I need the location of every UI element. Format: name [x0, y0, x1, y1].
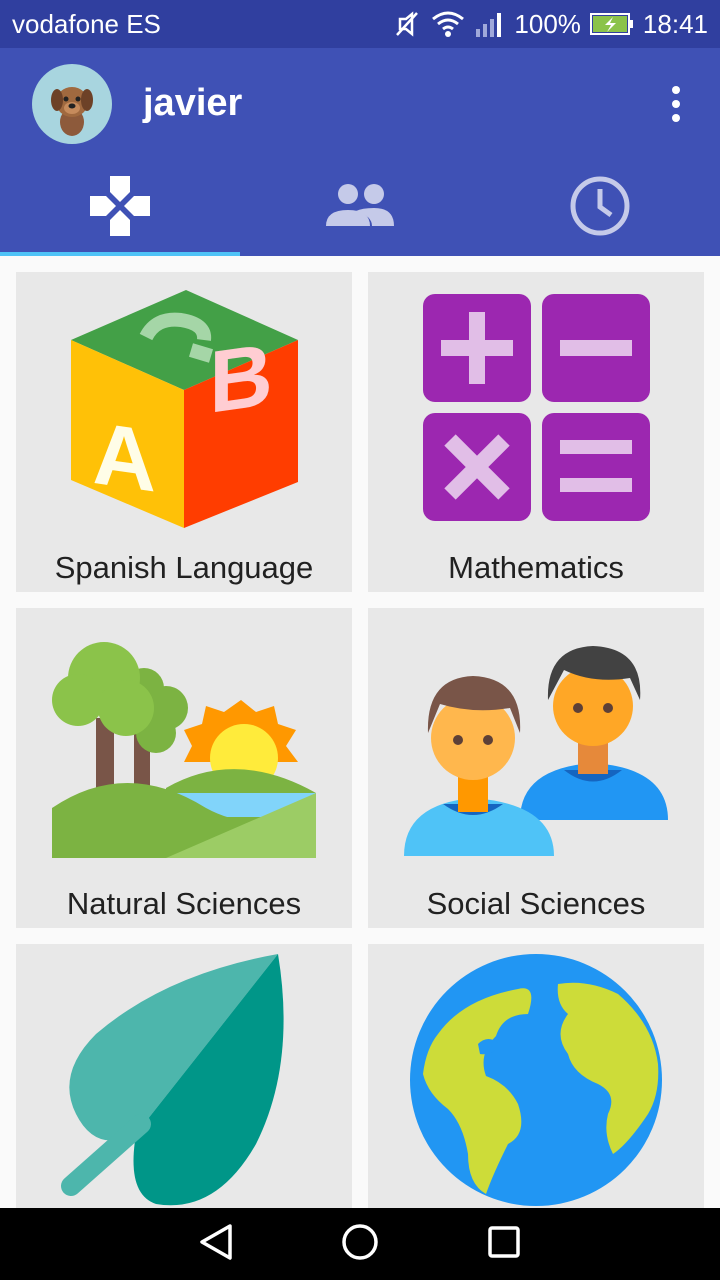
home-icon[interactable]: [340, 1222, 380, 1267]
clock-time: 18:41: [642, 8, 708, 39]
people-icon: [404, 646, 668, 856]
status-bar: vodafone ES 100% 18:41: [0, 0, 720, 48]
tab-bar: [0, 160, 720, 256]
subject-card-mathematics[interactable]: Mathematics: [368, 272, 704, 592]
leaf-icon: [61, 954, 284, 1206]
tab-people[interactable]: [240, 160, 480, 256]
subject-card-biology[interactable]: [16, 944, 352, 1208]
subject-label: Mathematics: [448, 550, 624, 585]
subject-label: Natural Sciences: [66, 886, 302, 921]
app-bar: javier: [0, 48, 720, 256]
svg-text:B: B: [209, 324, 273, 431]
gamepad-icon: [88, 174, 152, 243]
carrier-name: vodafone ES: [12, 8, 161, 39]
battery-percent: 100%: [514, 8, 581, 39]
subject-card-social-sciences[interactable]: Social Sciences: [368, 608, 704, 928]
subject-card-natural-sciences[interactable]: Natural Sciences: [16, 608, 352, 928]
subject-grid: A B Spanish Language Mathematics Natural…: [0, 256, 720, 1208]
subject-card-geography[interactable]: [368, 944, 704, 1208]
mute-icon: [392, 9, 422, 39]
globe-icon: [410, 954, 662, 1206]
clock-icon: [569, 175, 631, 242]
landscape-icon: [52, 642, 316, 858]
calculator-icon: [423, 294, 650, 521]
subject-card-spanish[interactable]: A B Spanish Language: [16, 272, 352, 592]
battery-charging-icon: [589, 11, 635, 37]
more-vert-icon[interactable]: [656, 78, 696, 130]
wifi-icon: [430, 9, 466, 39]
recents-icon[interactable]: [484, 1222, 524, 1267]
tab-games[interactable]: [0, 160, 240, 256]
system-nav-bar: [0, 1208, 720, 1280]
signal-icon: [474, 9, 506, 39]
svg-text:A: A: [92, 403, 156, 510]
dog-avatar[interactable]: [32, 64, 112, 144]
username: javier: [143, 82, 243, 124]
subject-label: Social Sciences: [426, 886, 646, 921]
tab-history[interactable]: [480, 160, 720, 256]
subject-label: Spanish Language: [54, 550, 314, 585]
people-icon: [326, 182, 394, 235]
back-icon[interactable]: [196, 1222, 236, 1267]
abc-block-icon: A B: [71, 290, 298, 528]
